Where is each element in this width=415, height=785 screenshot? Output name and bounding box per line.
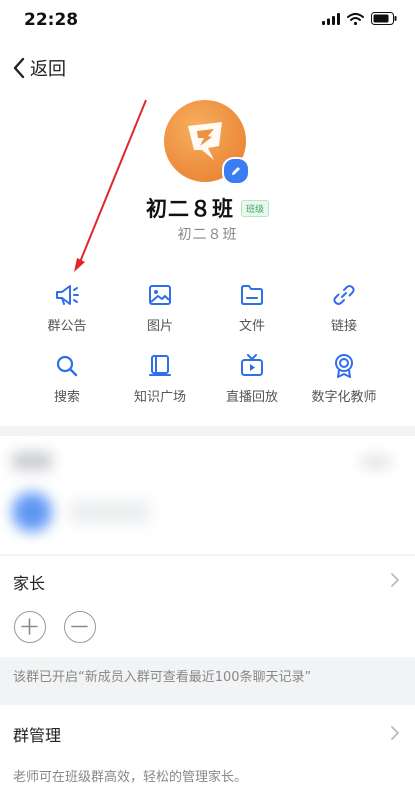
- wifi-icon: [347, 12, 364, 25]
- section-divider: [0, 426, 415, 436]
- search-icon: [56, 355, 78, 377]
- images-button[interactable]: 图片: [115, 281, 205, 334]
- pencil-icon: [232, 167, 240, 175]
- images-label: 图片: [146, 319, 173, 334]
- book-icon: [149, 355, 171, 376]
- links-button[interactable]: 链接: [299, 281, 389, 334]
- back-label: 返回: [30, 59, 66, 80]
- group-management-description: 老师可在班级群高效，轻松的管理家长。: [13, 770, 248, 785]
- group-name: 初二８班: [145, 197, 234, 221]
- search-button[interactable]: 搜索: [22, 352, 112, 405]
- group-management-title: 群管理: [13, 726, 62, 745]
- megaphone-icon: [56, 285, 79, 305]
- knowledge-square-button[interactable]: 知识广场: [115, 352, 205, 405]
- blurred-member-name: [70, 500, 150, 524]
- edit-avatar-button[interactable]: [222, 157, 250, 185]
- chevron-right-icon-2: [391, 726, 399, 740]
- history-notice: 该群已开启“新成员入群可查看最近100条聊天记录”: [13, 670, 312, 685]
- blurred-member-avatar: [12, 492, 52, 532]
- group-announcement-button[interactable]: 群公告: [22, 281, 112, 334]
- group-title-row: 初二８班 班级: [0, 193, 415, 223]
- parents-section[interactable]: 家长: [0, 556, 415, 656]
- status-time: 22:28: [24, 10, 79, 30]
- search-label: 搜索: [53, 390, 80, 405]
- parents-title: 家长: [13, 574, 46, 593]
- status-bar: 22:28: [0, 0, 415, 40]
- back-button[interactable]: 返回: [12, 54, 66, 82]
- plus-icon: [21, 618, 38, 635]
- live-replay-label: 直播回放: [225, 390, 278, 405]
- blurred-action: [361, 456, 391, 468]
- image-icon: [149, 285, 171, 305]
- battery-icon: [371, 12, 397, 25]
- files-label: 文件: [238, 319, 265, 334]
- signal-icon: [322, 12, 340, 25]
- group-announcement-label: 群公告: [47, 319, 87, 334]
- tv-play-icon: [241, 354, 263, 376]
- minus-icon: [71, 625, 88, 628]
- badge-icon: [335, 354, 353, 378]
- links-label: 链接: [330, 319, 357, 334]
- blurred-members-card: [0, 436, 415, 554]
- live-replay-button[interactable]: 直播回放: [207, 352, 297, 405]
- group-subtitle: 初二８班: [177, 227, 238, 243]
- blurred-title: [12, 452, 52, 470]
- link-icon: [333, 285, 355, 305]
- digital-teacher-label: 数字化教师: [311, 390, 377, 405]
- folder-icon: [241, 285, 263, 305]
- chevron-right-icon: [391, 573, 399, 587]
- files-button[interactable]: 文件: [207, 281, 297, 334]
- remove-parent-button[interactable]: [64, 611, 96, 643]
- class-badge: 班级: [240, 199, 269, 217]
- add-parent-button[interactable]: [14, 611, 46, 643]
- status-icons: [322, 12, 397, 25]
- chevron-left-icon: [13, 57, 25, 79]
- digital-teacher-button[interactable]: 数字化教师: [299, 352, 389, 405]
- knowledge-square-label: 知识广场: [133, 390, 186, 405]
